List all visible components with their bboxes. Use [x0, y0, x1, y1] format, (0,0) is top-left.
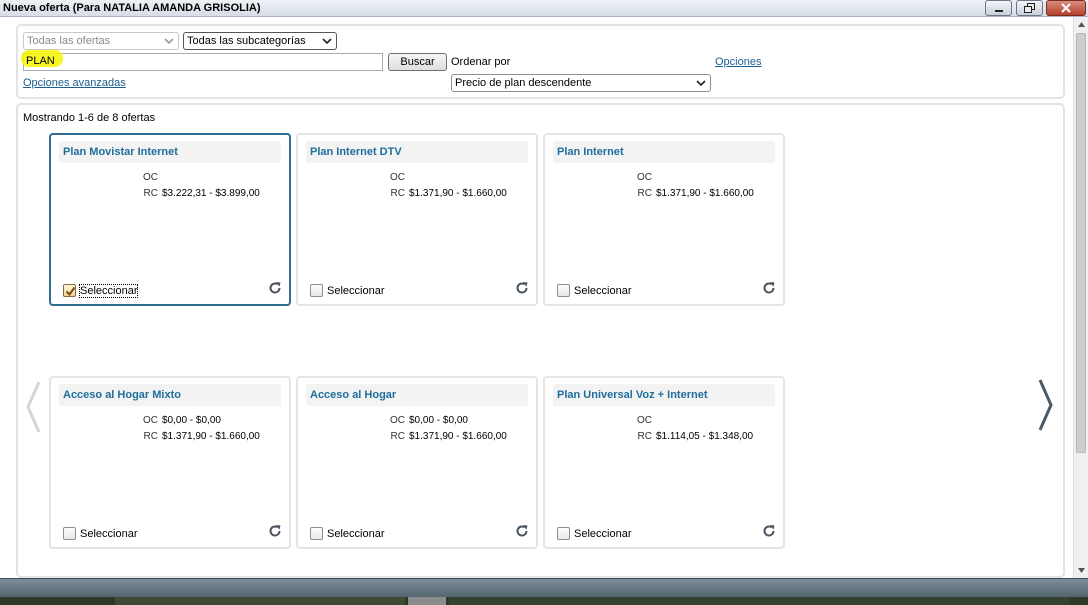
scroll-up-icon[interactable] — [1077, 20, 1086, 29]
advanced-options-link[interactable]: Opciones avanzadas — [23, 77, 126, 89]
chevron-down-icon — [322, 38, 332, 45]
checkmark-icon — [65, 286, 76, 297]
minimize-icon — [994, 10, 1003, 12]
oc-value: $0,00 - $0,00 — [162, 415, 221, 426]
chevron-right-icon[interactable] — [1037, 378, 1055, 432]
search-input[interactable] — [23, 53, 383, 71]
taskbar-strip — [0, 597, 1088, 605]
select-label[interactable]: Seleccionar — [80, 528, 137, 540]
offer-card-header: Plan Internet DTV — [306, 141, 528, 163]
offer-card-header: Plan Internet — [553, 141, 775, 163]
window-title: Nueva oferta (Para NATALIA AMANDA GRISOL… — [3, 2, 261, 14]
rc-value: $1.371,90 - $1.660,00 — [409, 431, 507, 442]
sort-label: Ordenar por — [451, 56, 511, 68]
window-titlebar: Nueva oferta (Para NATALIA AMANDA GRISOL… — [0, 0, 1088, 17]
restore-icon — [1023, 3, 1035, 13]
offer-card[interactable]: Plan Movistar Internet OC RC $3.222,31 -… — [49, 133, 291, 306]
select-checkbox[interactable] — [557, 527, 570, 540]
offer-title[interactable]: Plan Internet DTV — [310, 146, 402, 158]
rc-label: RC — [143, 431, 158, 442]
taskbar-segment — [115, 597, 405, 605]
close-icon — [1061, 3, 1071, 13]
rc-value: $1.371,90 - $1.660,00 — [656, 188, 754, 199]
results-summary: Mostrando 1-6 de 8 ofertas — [23, 112, 156, 124]
offer-title[interactable]: Plan Universal Voz + Internet — [557, 389, 707, 401]
select-checkbox[interactable] — [63, 527, 76, 540]
options-link[interactable]: Opciones — [715, 56, 761, 68]
select-label[interactable]: Seleccionar — [78, 284, 139, 298]
chevron-down-icon — [164, 38, 174, 45]
select-label[interactable]: Seleccionar — [574, 528, 631, 540]
select-label[interactable]: Seleccionar — [327, 528, 384, 540]
rc-label: RC — [143, 188, 158, 199]
rc-label: RC — [390, 431, 405, 442]
refresh-icon[interactable] — [762, 281, 776, 295]
offer-card-header: Acceso al Hogar — [306, 384, 528, 406]
search-button[interactable]: Buscar — [388, 53, 447, 71]
rc-value: $1.114,05 - $1.348,00 — [656, 431, 754, 442]
refresh-icon[interactable] — [762, 524, 776, 538]
oc-label: OC — [143, 415, 158, 426]
oc-label: OC — [390, 415, 405, 426]
subcategory-filter-value: Todas las subcategorías — [187, 35, 306, 47]
close-button[interactable] — [1046, 0, 1086, 16]
select-checkbox[interactable] — [63, 284, 76, 297]
oc-label: OC — [637, 415, 652, 426]
offer-card-header: Plan Universal Voz + Internet — [553, 384, 775, 406]
rc-label: RC — [637, 431, 652, 442]
minimize-button[interactable] — [985, 0, 1012, 16]
offer-card[interactable]: Plan Internet OC RC $1.371,90 - $1.660,0… — [543, 133, 785, 306]
chevron-down-icon — [696, 80, 706, 87]
select-checkbox[interactable] — [310, 527, 323, 540]
sort-select-value: Precio de plan descendente — [455, 77, 592, 89]
offer-card[interactable]: Plan Internet DTV OC RC $1.371,90 - $1.6… — [296, 133, 538, 306]
rc-value: $3.222,31 - $3.899,00 — [162, 188, 260, 199]
offer-title[interactable]: Plan Internet — [557, 146, 624, 158]
rc-label: RC — [637, 188, 652, 199]
rc-value: $1.371,90 - $1.660,00 — [162, 431, 260, 442]
oc-value: $0,00 - $0,00 — [409, 415, 468, 426]
taskbar-segment — [408, 597, 446, 605]
vertical-scrollbar[interactable] — [1073, 17, 1088, 578]
chevron-left-icon[interactable] — [24, 380, 42, 434]
select-checkbox[interactable] — [310, 284, 323, 297]
oc-label: OC — [637, 172, 652, 183]
offers-filter-select[interactable]: Todas las ofertas — [23, 32, 179, 50]
subcategory-filter-select[interactable]: Todas las subcategorías — [183, 32, 337, 50]
search-query-text: PLAN — [26, 55, 55, 67]
refresh-icon[interactable] — [515, 281, 529, 295]
rc-label: RC — [390, 188, 405, 199]
sort-select[interactable]: Precio de plan descendente — [451, 74, 711, 92]
offer-card[interactable]: Plan Universal Voz + Internet OC RC $1.1… — [543, 376, 785, 549]
restore-button[interactable] — [1016, 0, 1043, 16]
refresh-icon[interactable] — [268, 524, 282, 538]
bottom-status-bar — [0, 578, 1088, 597]
offer-card[interactable]: Acceso al Hogar OC $0,00 - $0,00 RC $1.3… — [296, 376, 538, 549]
offers-filter-value: Todas las ofertas — [27, 35, 111, 47]
oc-label: OC — [143, 172, 158, 183]
select-label[interactable]: Seleccionar — [327, 285, 384, 297]
offer-card[interactable]: Acceso al Hogar Mixto OC $0,00 - $0,00 R… — [49, 376, 291, 549]
offer-card-header: Plan Movistar Internet — [59, 141, 281, 163]
scrollbar-thumb[interactable] — [1076, 33, 1086, 453]
select-label[interactable]: Seleccionar — [574, 285, 631, 297]
refresh-icon[interactable] — [268, 281, 282, 295]
oc-label: OC — [390, 172, 405, 183]
offer-title[interactable]: Acceso al Hogar — [310, 389, 396, 401]
scroll-down-icon[interactable] — [1077, 566, 1086, 575]
offer-title[interactable]: Plan Movistar Internet — [63, 146, 178, 158]
offer-card-header: Acceso al Hogar Mixto — [59, 384, 281, 406]
refresh-icon[interactable] — [515, 524, 529, 538]
rc-value: $1.371,90 - $1.660,00 — [409, 188, 507, 199]
taskbar-segment — [449, 597, 1069, 605]
offer-title[interactable]: Acceso al Hogar Mixto — [63, 389, 181, 401]
select-checkbox[interactable] — [557, 284, 570, 297]
